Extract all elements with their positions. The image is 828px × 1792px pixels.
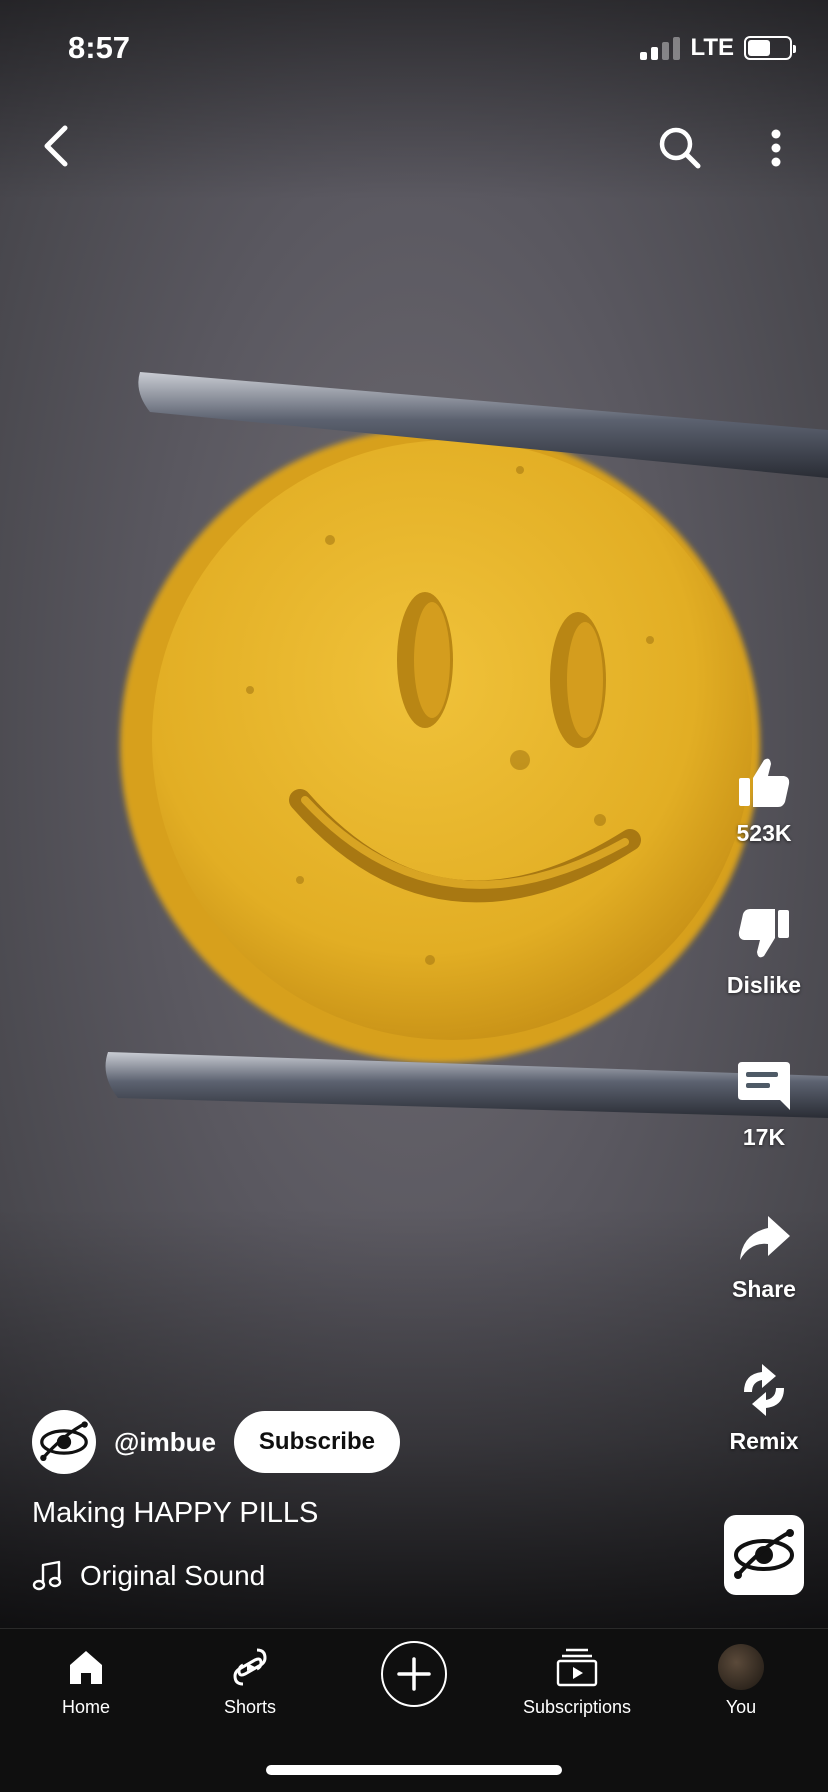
- back-button[interactable]: [28, 118, 84, 174]
- comments-button[interactable]: 17K: [712, 1054, 816, 1151]
- remix-label: Remix: [729, 1428, 799, 1454]
- cellular-signal-icon: [640, 36, 681, 60]
- dislike-label: Dislike: [726, 972, 802, 998]
- nav-you[interactable]: You: [671, 1643, 811, 1718]
- thumbs-up-icon: [732, 750, 796, 814]
- like-button[interactable]: 523K: [712, 750, 816, 847]
- nav-shorts[interactable]: Shorts: [180, 1643, 320, 1718]
- bottom-nav: Home Shorts Subscriptions You: [0, 1628, 828, 1792]
- share-label: Share: [732, 1276, 796, 1302]
- like-count: 523K: [736, 820, 792, 846]
- sound-row[interactable]: Original Sound: [32, 1560, 265, 1592]
- nav-subscriptions[interactable]: Subscriptions: [507, 1643, 647, 1718]
- nav-you-icon-wrap: [717, 1643, 765, 1691]
- more-vertical-icon: [771, 129, 781, 167]
- nav-you-label: You: [725, 1697, 757, 1717]
- share-arrow-icon: [732, 1206, 796, 1270]
- search-button[interactable]: [650, 118, 710, 178]
- top-nav: [0, 110, 828, 190]
- music-note-icon: [32, 1560, 62, 1591]
- nav-home[interactable]: Home: [16, 1643, 156, 1718]
- comment-icon: [732, 1054, 796, 1118]
- dislike-button[interactable]: Dislike: [712, 902, 816, 999]
- home-icon: [62, 1643, 110, 1691]
- create-button[interactable]: [381, 1641, 447, 1707]
- sound-thumbnail[interactable]: [724, 1515, 804, 1595]
- shorts-icon: [226, 1643, 274, 1691]
- status-indicators: LTE: [640, 34, 796, 62]
- more-options-button[interactable]: [752, 118, 800, 178]
- status-time: 8:57: [68, 30, 131, 65]
- status-bar: 8:57 LTE: [0, 0, 828, 100]
- channel-logo-icon: [40, 1421, 88, 1462]
- channel-avatar[interactable]: [32, 1410, 96, 1474]
- subscriptions-icon: [553, 1643, 601, 1691]
- nav-subscriptions-label: Subscriptions: [522, 1697, 632, 1717]
- shorts-player-screen: 8:57 LTE 523K Dislike 17K Share Remix @i…: [0, 0, 828, 1792]
- home-indicator: [266, 1765, 562, 1775]
- nav-shorts-label: Shorts: [223, 1697, 277, 1717]
- channel-handle[interactable]: @imbue: [114, 1427, 216, 1458]
- search-icon: [659, 127, 701, 169]
- channel-logo-icon: [734, 1529, 794, 1579]
- remix-button[interactable]: Remix: [712, 1358, 816, 1455]
- battery-icon: [744, 36, 796, 60]
- profile-avatar: [718, 1644, 764, 1690]
- thumbs-down-icon: [732, 902, 796, 966]
- subscribe-button[interactable]: Subscribe: [233, 1411, 400, 1473]
- channel-row: @imbue Subscribe: [32, 1410, 400, 1474]
- back-arrow-icon: [44, 125, 68, 167]
- nav-home-label: Home: [61, 1697, 110, 1717]
- sound-label: Original Sound: [80, 1560, 266, 1591]
- network-type: LTE: [690, 34, 734, 61]
- share-button[interactable]: Share: [712, 1206, 816, 1303]
- remix-icon: [732, 1358, 796, 1422]
- video-title[interactable]: Making HAPPY PILLS: [32, 1497, 318, 1530]
- create-plus-icon: [397, 1657, 431, 1691]
- video-frame[interactable]: [0, 0, 828, 1628]
- comments-count: 17K: [742, 1124, 786, 1150]
